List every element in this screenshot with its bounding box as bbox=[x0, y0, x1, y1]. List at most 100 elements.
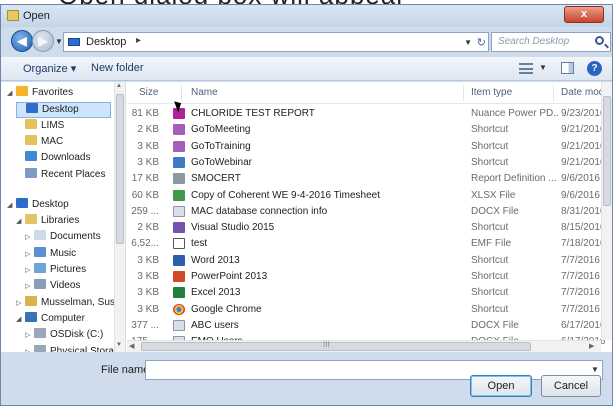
file-row[interactable]: 60 KB Copy of Coherent WE 9-4-2016 Timesh… bbox=[127, 188, 603, 204]
folder-icon bbox=[25, 134, 37, 145]
file-name-input[interactable] bbox=[145, 360, 603, 380]
sidebar-item-label: LIMS bbox=[41, 119, 65, 131]
search-icon[interactable] bbox=[595, 36, 604, 45]
file-row[interactable]: 81 KB CHLORIDE TEST REPORT Nuance Power PD… bbox=[127, 106, 606, 122]
sidebar-item-desktop[interactable]: Desktop bbox=[16, 102, 111, 119]
scroll-down-arrow[interactable]: ▼ bbox=[116, 342, 122, 348]
preview-pane-icon[interactable] bbox=[561, 62, 574, 74]
sidebar-item-music[interactable]: ▷ Music bbox=[25, 246, 76, 263]
expand-arrow-icon[interactable]: ◢ bbox=[16, 217, 25, 225]
file-row[interactable]: 2 KB Visual Studio 2015 Shortcut 8/15/2016 bbox=[127, 220, 606, 236]
change-view-icon[interactable] bbox=[519, 63, 533, 74]
file-row[interactable]: 377 ... ABC users DOCX File 6/17/2016 bbox=[127, 318, 606, 334]
file-goto-icon bbox=[173, 124, 185, 136]
sidebar-item-computer[interactable]: ◢ Computer bbox=[16, 311, 85, 328]
sidebar-item-mac[interactable]: MAC bbox=[16, 134, 64, 151]
file-row[interactable]: 3 KB Google Chrome Shortcut 7/7/2016 bbox=[127, 302, 603, 318]
sidebar-item-musselman-susa[interactable]: ▷ Musselman, Susa bbox=[16, 295, 121, 312]
breadcrumb-arrow-icon[interactable]: ▸ bbox=[136, 35, 141, 46]
drive-icon bbox=[34, 328, 46, 339]
sidebar-item-lims[interactable]: LIMS bbox=[16, 118, 65, 135]
column-divider[interactable] bbox=[181, 85, 182, 101]
sidebar-item-libraries[interactable]: ◢ Libraries bbox=[16, 214, 79, 230]
back-button[interactable]: ◀ bbox=[11, 30, 33, 52]
column-size[interactable]: Size bbox=[139, 87, 158, 98]
sidebar-item-desktop[interactable]: ◢ Desktop bbox=[7, 197, 69, 214]
sidebar-item-documents[interactable]: ▷ Documents bbox=[25, 230, 101, 246]
sidebar-item-label: Musselman, Susa bbox=[41, 296, 121, 308]
address-location[interactable]: Desktop bbox=[86, 36, 126, 48]
scrollbar-thumb[interactable] bbox=[141, 342, 531, 351]
search-placeholder[interactable]: Search Desktop bbox=[498, 36, 569, 47]
sidebar-item-favorites[interactable]: ◢ Favorites bbox=[7, 86, 73, 102]
file-doc-icon bbox=[173, 205, 185, 217]
sidebar-item-pictures[interactable]: ▷ Pictures bbox=[25, 263, 86, 279]
expand-arrow-icon[interactable]: ◢ bbox=[16, 315, 25, 323]
view-dropdown-icon[interactable]: ▼ bbox=[539, 63, 547, 72]
desktop-icon bbox=[16, 197, 28, 208]
sidebar-item-label: Documents bbox=[50, 231, 101, 243]
column-date-modified[interactable]: Date mod bbox=[561, 87, 604, 98]
column-divider[interactable] bbox=[463, 85, 464, 101]
column-name[interactable]: Name bbox=[191, 87, 218, 98]
recent-locations-dropdown-icon[interactable]: ▼ bbox=[55, 37, 63, 46]
address-dropdown-icon[interactable]: ▼ bbox=[464, 38, 472, 47]
open-button[interactable]: Open bbox=[470, 375, 532, 397]
organize-menu[interactable]: Organize ▾ bbox=[23, 62, 76, 75]
file-row[interactable]: 3 KB PowerPoint 2013 Shortcut 7/7/2016 bbox=[127, 269, 603, 285]
help-icon[interactable]: ? bbox=[587, 61, 602, 76]
file-row[interactable]: 259 ... MAC database connection info DOCX … bbox=[127, 204, 606, 220]
refresh-icon[interactable]: ↻ bbox=[477, 36, 486, 49]
file-name-dropdown-icon[interactable]: ▼ bbox=[591, 365, 607, 374]
sidebar-item-physical-stora[interactable]: ▷ Physical Stora... bbox=[25, 344, 122, 352]
address-bar[interactable]: Desktop ▸ ▼ ↻ bbox=[63, 32, 489, 52]
file-type: Shortcut bbox=[471, 303, 509, 315]
libraries-icon bbox=[25, 214, 37, 225]
navigation-scrollbar[interactable]: ▲ ▼ bbox=[114, 82, 125, 352]
sidebar-item-videos[interactable]: ▷ Videos bbox=[25, 279, 80, 295]
search-box[interactable]: Search Desktop bbox=[491, 32, 611, 52]
cancel-button[interactable]: Cancel bbox=[541, 375, 601, 397]
file-row[interactable]: 17 KB SMOCERT Report Definition ... 9/6/201… bbox=[127, 171, 603, 187]
scrollbar-thumb[interactable] bbox=[116, 94, 124, 244]
file-type: Report Definition ... bbox=[471, 173, 557, 185]
expand-arrow-icon[interactable]: ▷ bbox=[25, 266, 34, 274]
file-list-vertical-scrollbar[interactable] bbox=[601, 82, 612, 340]
file-size: 3 KB bbox=[137, 303, 159, 315]
new-folder-button[interactable]: New folder bbox=[91, 62, 144, 74]
file-vs-icon bbox=[173, 222, 185, 234]
file-type: XLSX File bbox=[471, 189, 516, 201]
column-item-type[interactable]: Item type bbox=[471, 87, 512, 98]
sidebar-item-recent-places[interactable]: Recent Places bbox=[16, 167, 105, 184]
scroll-left-arrow[interactable]: ◀ bbox=[129, 342, 134, 350]
file-row[interactable]: 3 KB GoToTraining Shortcut 9/21/2016 bbox=[127, 139, 606, 155]
file-row[interactable]: 3 KB Excel 2013 Shortcut 7/7/2016 bbox=[127, 285, 603, 301]
scroll-up-arrow[interactable]: ▲ bbox=[116, 83, 122, 89]
close-button[interactable]: x bbox=[564, 6, 604, 23]
expand-arrow-icon[interactable]: ◢ bbox=[7, 89, 16, 97]
scrollbar-thumb[interactable] bbox=[603, 96, 611, 206]
expand-arrow-icon[interactable]: ▷ bbox=[25, 250, 34, 258]
file-row[interactable]: 6,52... test EMF File 7/18/2016 bbox=[127, 236, 606, 252]
expand-arrow-icon[interactable]: ▷ bbox=[25, 282, 34, 290]
expand-arrow-icon[interactable]: ◢ bbox=[7, 201, 16, 209]
file-size: 3 KB bbox=[137, 287, 159, 299]
file-row[interactable]: 3 KB Word 2013 Shortcut 7/7/2016 bbox=[127, 253, 603, 269]
file-type: DOCX File bbox=[471, 319, 519, 331]
sidebar-item-label: MAC bbox=[41, 135, 64, 147]
sidebar-item-downloads[interactable]: Downloads bbox=[16, 151, 90, 167]
scroll-right-arrow[interactable]: ▶ bbox=[589, 342, 594, 350]
expand-arrow-icon[interactable]: ▷ bbox=[25, 331, 34, 339]
file-size: 17 KB bbox=[131, 173, 159, 185]
column-divider[interactable] bbox=[553, 85, 554, 101]
expand-arrow-icon[interactable]: ▷ bbox=[16, 299, 25, 307]
file-row[interactable]: 2 KB GoToMeeting Shortcut 9/21/2016 bbox=[127, 122, 606, 138]
forward-button[interactable]: ▶ bbox=[32, 30, 54, 52]
expand-arrow-icon[interactable]: ▷ bbox=[25, 233, 34, 241]
downloads-icon bbox=[25, 151, 37, 162]
music-icon bbox=[34, 246, 46, 257]
sidebar-item-osdisk-c[interactable]: ▷ OSDisk (C:) bbox=[25, 328, 103, 344]
file-row[interactable]: 3 KB GoToWebinar Shortcut 9/21/2016 bbox=[127, 155, 606, 171]
star-icon bbox=[16, 86, 28, 96]
file-list-horizontal-scrollbar[interactable]: ◀ III ▶ bbox=[127, 340, 601, 352]
